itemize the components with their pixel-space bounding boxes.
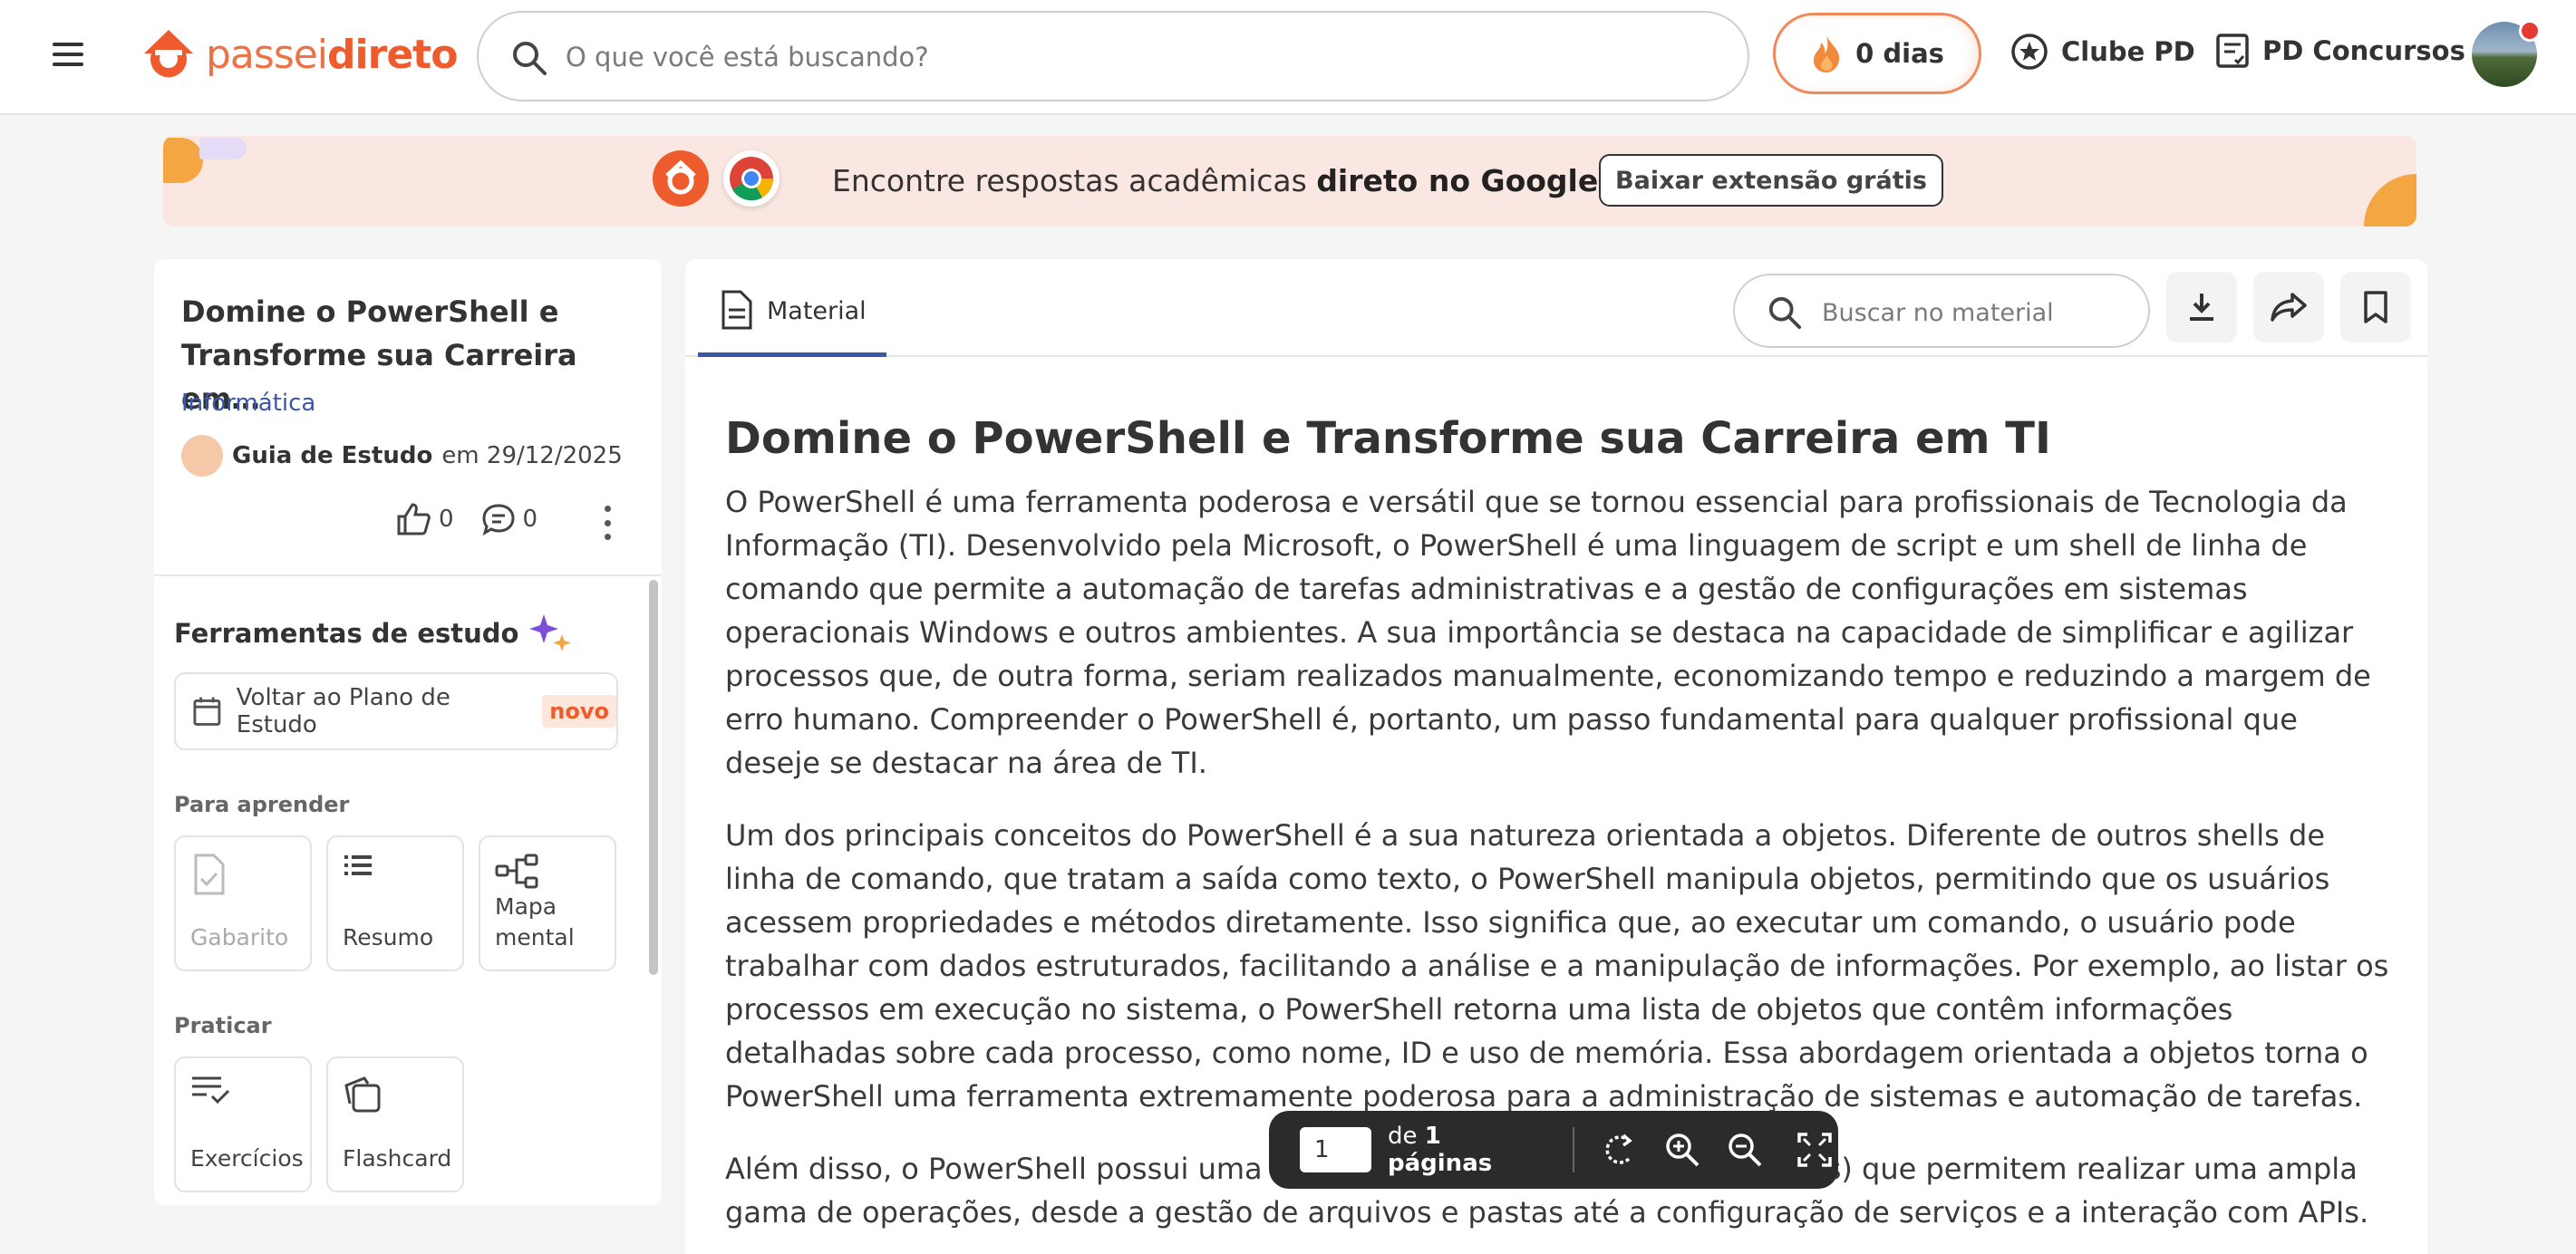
- tool-exercicios[interactable]: Exercícios: [174, 1056, 312, 1192]
- banner-text: Encontre respostas acadêmicas direto no …: [832, 163, 1612, 198]
- comment-icon: [482, 504, 515, 535]
- like-count: 0: [439, 506, 454, 533]
- document-stats: 0 0: [395, 502, 552, 536]
- notification-dot: [2519, 20, 2541, 42]
- list-icon: [344, 855, 372, 875]
- practice-section-label: Praticar: [174, 1013, 272, 1038]
- download-button[interactable]: [2166, 272, 2237, 342]
- author-avatar[interactable]: [181, 435, 223, 477]
- page-number-input[interactable]: 1: [1300, 1127, 1371, 1172]
- bookmark-icon: [2364, 291, 2387, 323]
- new-badge: novo: [542, 695, 616, 728]
- learn-section-label: Para aprender: [174, 792, 350, 817]
- page-count: de 1 páginas: [1388, 1123, 1493, 1177]
- tab-material[interactable]: Material: [698, 290, 886, 357]
- paragraph: O PowerShell é uma ferramenta poderosa e…: [725, 485, 2371, 780]
- sidebar-scrollbar[interactable]: [649, 580, 658, 975]
- tab-label: Material: [767, 297, 867, 325]
- menu-icon[interactable]: [53, 43, 83, 66]
- tool-gabarito[interactable]: Gabarito: [174, 835, 312, 971]
- download-icon: [2190, 294, 2213, 321]
- comment-button[interactable]: 0: [481, 503, 538, 535]
- exercises-icon: [192, 1076, 230, 1104]
- category-link[interactable]: Informática: [181, 390, 315, 417]
- divider: [1573, 1127, 1575, 1172]
- nav-pd-concursos[interactable]: PD Concursos: [2215, 33, 2465, 69]
- author-name[interactable]: Guia de Estudo: [232, 442, 432, 469]
- logo-text: passeidireto: [206, 31, 458, 78]
- logo[interactable]: passeidireto: [140, 25, 458, 83]
- bookmark-button[interactable]: [2340, 272, 2411, 342]
- checklist-icon: [2216, 34, 2249, 68]
- avatar[interactable]: [2472, 20, 2541, 87]
- document-heading: Domine o PowerShell e Transforme sua Car…: [725, 413, 2051, 464]
- study-tools-title: Ferramentas de estudo: [174, 613, 575, 654]
- tool-label: Resumo: [343, 924, 434, 950]
- paragraph: Um dos principais conceitos do PowerShel…: [725, 818, 2389, 1114]
- tool-label: Mapa mental: [495, 893, 575, 950]
- passei-direto-logo-icon: [653, 150, 709, 207]
- fullscreen-button[interactable]: [1792, 1126, 1838, 1173]
- document-icon: [721, 290, 752, 330]
- material-search-placeholder: Buscar no material: [1822, 299, 2054, 327]
- tool-label: Flashcard: [343, 1145, 452, 1172]
- publish-date: em 29/12/2025: [441, 442, 623, 469]
- tool-mapa-mental[interactable]: Mapa mental: [479, 835, 616, 971]
- nav-label: Clube PD: [2061, 36, 2195, 67]
- decor-shape: [2364, 174, 2416, 227]
- comment-count: 0: [522, 506, 538, 533]
- search-input[interactable]: O que você está buscando?: [477, 11, 1749, 101]
- share-icon: [2271, 293, 2307, 322]
- top-header: passeidireto O que você está buscando? 0…: [0, 0, 2576, 115]
- nav-label: PD Concursos: [2262, 35, 2465, 66]
- streak-button[interactable]: 0 dias: [1773, 13, 1981, 94]
- more-options-icon[interactable]: [602, 506, 613, 540]
- download-extension-button[interactable]: Baixar extensão grátis: [1599, 154, 1943, 207]
- zoom-out-button[interactable]: [1722, 1126, 1768, 1173]
- document-viewer: Material Buscar no material Domine o Pow…: [685, 259, 2427, 1254]
- star-badge-icon: [2011, 34, 2048, 70]
- search-placeholder: O que você está buscando?: [566, 42, 929, 72]
- logo-icon: [144, 30, 193, 78]
- zoom-out-icon: [1729, 1133, 1762, 1167]
- study-plan-label: Voltar ao Plano de Estudo: [236, 684, 450, 738]
- page-controls: 1 de 1 páginas: [1269, 1111, 1838, 1189]
- decor-shape: [163, 138, 203, 183]
- divider: [154, 574, 662, 576]
- viewer-toolbar: Material Buscar no material: [685, 259, 2427, 357]
- flashcard-icon: [344, 1076, 381, 1113]
- promo-banner: Encontre respostas acadêmicas direto no …: [163, 136, 2416, 227]
- tool-label: Exercícios: [190, 1145, 304, 1172]
- document-sidebar: Domine o PowerShell e Transforme sua Car…: [154, 259, 662, 1205]
- zoom-in-button[interactable]: [1659, 1126, 1705, 1173]
- sparkle-icon: [529, 614, 572, 651]
- chrome-icon: [723, 150, 780, 207]
- study-plan-button[interactable]: Voltar ao Plano de Estudo novo: [174, 672, 618, 750]
- search-icon: [513, 42, 547, 75]
- thumbs-up-icon: [397, 503, 431, 535]
- flame-icon: [1813, 35, 1840, 72]
- search-icon: [1768, 296, 1802, 330]
- zoom-in-icon: [1666, 1133, 1700, 1167]
- nav-clube-pd[interactable]: Clube PD: [2010, 33, 2195, 71]
- tool-label: Gabarito: [190, 924, 289, 950]
- material-search-input[interactable]: Buscar no material: [1733, 274, 2150, 348]
- share-button[interactable]: [2253, 272, 2324, 342]
- fullscreen-icon: [1797, 1133, 1833, 1167]
- streak-label: 0 dias: [1855, 38, 1944, 69]
- calendar-icon: [193, 697, 221, 726]
- rotate-icon: [1605, 1133, 1632, 1164]
- author-line: Guia de Estudo em 29/12/2025: [181, 435, 623, 477]
- mind-map-icon: [495, 854, 538, 889]
- like-button[interactable]: 0: [395, 502, 454, 536]
- tool-flashcard[interactable]: Flashcard: [326, 1056, 464, 1192]
- answer-key-icon: [194, 854, 225, 895]
- decor-shape: [199, 138, 247, 159]
- rotate-button[interactable]: [1596, 1126, 1642, 1173]
- tool-resumo[interactable]: Resumo: [326, 835, 464, 971]
